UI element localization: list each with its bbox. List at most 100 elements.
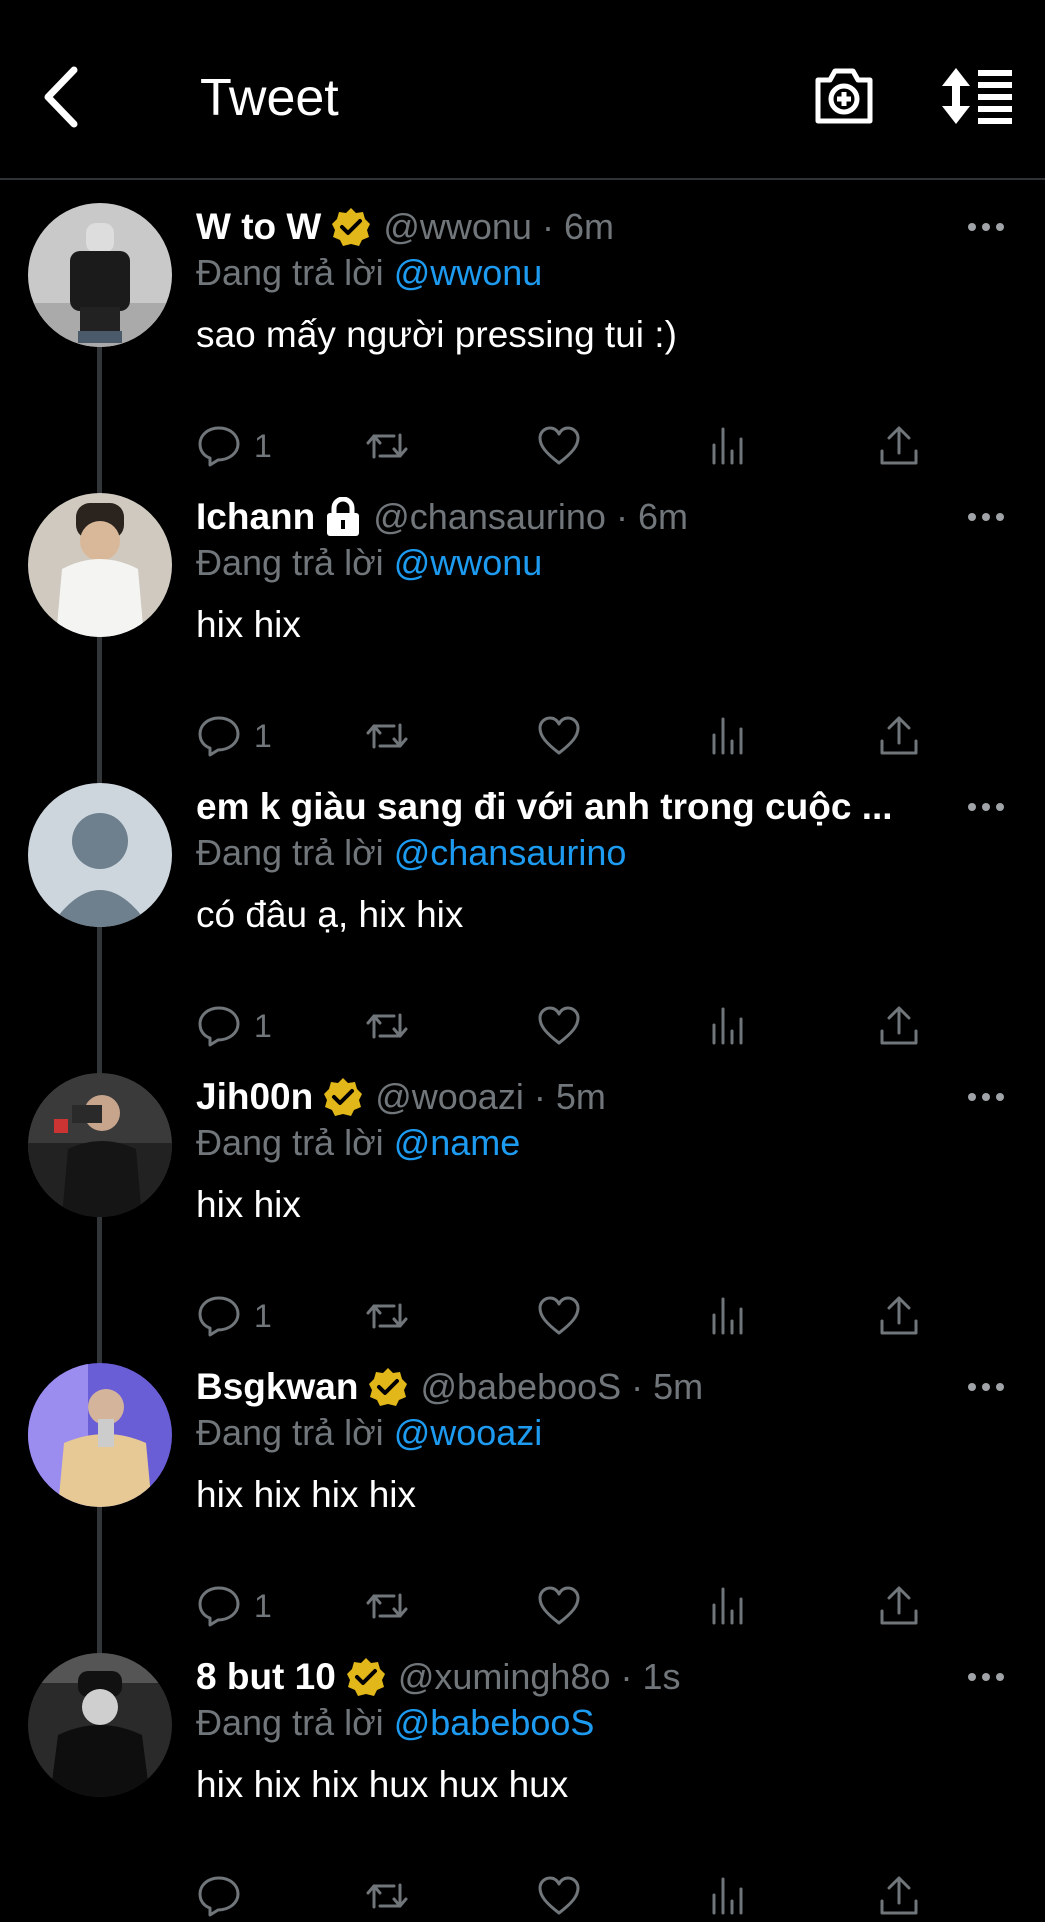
avatar[interactable] (28, 203, 172, 347)
share-button[interactable] (876, 1002, 922, 1050)
reply-button[interactable]: 1 (196, 1292, 272, 1340)
timestamp: 5m (555, 1076, 606, 1117)
tweet[interactable]: 8 but 10 @xumingh8o · 1s Đang trả lời @b… (0, 1632, 1045, 1922)
reply-button[interactable]: 1 (196, 712, 272, 760)
views-button[interactable] (706, 422, 752, 470)
share-button[interactable] (876, 712, 922, 760)
avatar[interactable] (28, 783, 172, 927)
retweet-button[interactable] (364, 1872, 410, 1920)
user-handle: @chansaurino (373, 496, 606, 537)
like-button[interactable] (536, 1872, 582, 1920)
like-button[interactable] (536, 1582, 582, 1630)
more-options-icon[interactable] (966, 502, 1006, 532)
retweet-button[interactable] (364, 422, 410, 470)
heart-icon (538, 1296, 580, 1335)
views-button[interactable] (706, 1872, 752, 1920)
tweet-header: em k giàu sang đi với anh trong cuộc ... (196, 784, 956, 830)
tweet[interactable]: W to W @wwonu · 6m Đang trả lời @wwonu s… (0, 182, 1045, 472)
more-options-icon[interactable] (966, 1082, 1006, 1112)
reply-mention-link[interactable]: @babebooS (394, 1702, 595, 1743)
reply-button[interactable]: 1 (196, 422, 272, 470)
reply-count: 1 (254, 1297, 272, 1334)
like-button[interactable] (536, 712, 582, 760)
display-name[interactable]: 8 but 10 (196, 1656, 336, 1698)
share-icon (880, 1296, 918, 1335)
tweet[interactable]: Bsgkwan @babebooS · 5m Đang trả lời @woo… (0, 1342, 1045, 1632)
more-options-icon[interactable] (966, 792, 1006, 822)
replying-label: Đang trả lời (196, 1412, 384, 1453)
share-button[interactable] (876, 1582, 922, 1630)
replying-label: Đang trả lời (196, 252, 384, 293)
like-button[interactable] (536, 422, 582, 470)
reply-button[interactable]: 1 (196, 1582, 272, 1630)
handle-and-time: @wooazi · 5m (375, 1076, 606, 1117)
timestamp: 6m (637, 496, 688, 537)
display-name[interactable]: Ichann (196, 496, 315, 538)
heart-icon (538, 1006, 580, 1045)
verified-badge-icon (346, 1658, 385, 1696)
views-chart-icon (712, 1297, 743, 1335)
lock-icon (327, 497, 360, 536)
handle-and-time: @chansaurino · 6m (373, 496, 688, 537)
retweet-icon (366, 723, 408, 749)
share-button[interactable] (876, 1872, 922, 1920)
reply-count: 1 (254, 1007, 272, 1044)
user-handle: @xumingh8o (397, 1656, 611, 1697)
more-options-icon[interactable] (966, 212, 1006, 242)
tweet-header: 8 but 10 @xumingh8o · 1s (196, 1654, 956, 1700)
like-button[interactable] (536, 1002, 582, 1050)
retweet-button[interactable] (364, 712, 410, 760)
avatar[interactable] (28, 493, 172, 637)
share-button[interactable] (876, 1292, 922, 1340)
sort-button[interactable] (940, 66, 1014, 126)
display-name[interactable]: Jih00n (196, 1076, 313, 1118)
retweet-button[interactable] (364, 1292, 410, 1340)
retweet-button[interactable] (364, 1002, 410, 1050)
tweet-header: W to W @wwonu · 6m (196, 204, 956, 250)
views-button[interactable] (706, 1582, 752, 1630)
handle-and-time: @babebooS · 5m (420, 1366, 704, 1407)
replying-label: Đang trả lời (196, 1122, 384, 1163)
views-button[interactable] (706, 1292, 752, 1340)
timestamp: 1s (642, 1656, 681, 1697)
camera-button[interactable] (812, 66, 876, 126)
back-button[interactable] (36, 62, 92, 132)
avatar[interactable] (28, 1653, 172, 1797)
reply-button[interactable] (196, 1872, 254, 1920)
tweet[interactable]: Jih00n @wooazi · 5m Đang trả lời @name h… (0, 1052, 1045, 1342)
tweet-text: hix hix hix hix (196, 1474, 417, 1515)
reply-mention-link[interactable]: @name (394, 1122, 521, 1163)
display-name[interactable]: em k giàu sang đi với anh trong cuộc ... (196, 786, 893, 828)
reply-mention-link[interactable]: @wwonu (394, 542, 543, 583)
share-icon (880, 1876, 918, 1915)
sort-list-icon (942, 68, 1012, 124)
tweet[interactable]: Ichann @chansaurino · 6m Đang trả lời @w… (0, 472, 1045, 762)
tweet[interactable]: em k giàu sang đi với anh trong cuộc ...… (0, 762, 1045, 1052)
handle-and-time: @wwonu · 6m (383, 206, 614, 247)
display-name[interactable]: Bsgkwan (196, 1366, 358, 1408)
avatar[interactable] (28, 1073, 172, 1217)
replying-to: Đang trả lời @name (196, 1122, 520, 1164)
replying-to: Đang trả lời @wwonu (196, 252, 542, 294)
retweet-icon (366, 1883, 408, 1909)
user-handle: @wwonu (383, 206, 532, 247)
share-icon (880, 1586, 918, 1625)
retweet-button[interactable] (364, 1582, 410, 1630)
verified-badge-icon (332, 208, 371, 246)
timestamp: 6m (563, 206, 614, 247)
like-button[interactable] (536, 1292, 582, 1340)
views-button[interactable] (706, 712, 752, 760)
avatar[interactable] (28, 1363, 172, 1507)
reply-mention-link[interactable]: @chansaurino (394, 832, 627, 873)
reply-mention-link[interactable]: @wooazi (394, 1412, 543, 1453)
reply-mention-link[interactable]: @wwonu (394, 252, 543, 293)
share-button[interactable] (876, 422, 922, 470)
views-button[interactable] (706, 1002, 752, 1050)
more-options-icon[interactable] (966, 1662, 1006, 1692)
more-options-icon[interactable] (966, 1372, 1006, 1402)
reply-button[interactable]: 1 (196, 1002, 272, 1050)
display-name[interactable]: W to W (196, 206, 321, 248)
reply-icon (198, 1296, 240, 1337)
heart-icon (538, 716, 580, 755)
replying-to: Đang trả lời @chansaurino (196, 832, 626, 874)
